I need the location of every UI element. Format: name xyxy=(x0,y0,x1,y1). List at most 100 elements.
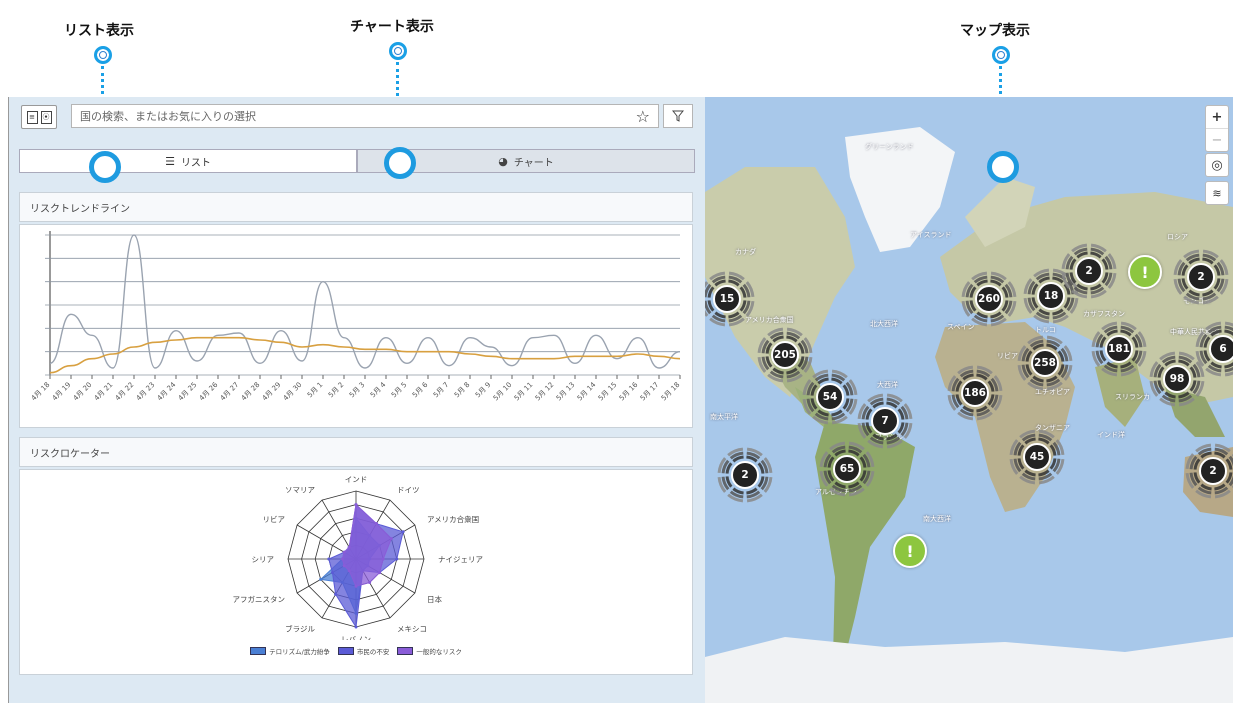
radar-point xyxy=(374,522,378,526)
legend-swatch xyxy=(250,647,267,655)
cluster-ring-segment xyxy=(990,311,1002,319)
map-cluster-marker[interactable]: 2 xyxy=(1171,247,1231,307)
layers-icon[interactable]: ≋ xyxy=(1206,182,1228,204)
x-tick-label: 4月 18 xyxy=(30,381,52,403)
cluster-ring-segment xyxy=(817,409,829,417)
x-tick-label: 5月 18 xyxy=(660,381,682,403)
radar-point xyxy=(354,584,358,588)
x-tick-label: 5月 4 xyxy=(369,380,388,399)
cluster-ring-segment xyxy=(842,384,850,396)
cluster-count: 2 xyxy=(1187,263,1215,291)
map-cluster-marker[interactable]: 2 xyxy=(1059,241,1119,301)
map-cluster-marker[interactable]: 258 xyxy=(1015,333,1075,393)
cluster-ring-segment xyxy=(897,408,905,420)
map-cluster-marker[interactable]: 186 xyxy=(945,363,1005,423)
cluster-ring-segment xyxy=(834,481,846,489)
map-cluster-marker[interactable]: 6 xyxy=(1193,319,1233,379)
radar-point xyxy=(381,557,385,561)
radar-point xyxy=(340,557,344,561)
list-map-toggle-button[interactable]: ≡ ⦿ xyxy=(21,105,57,129)
cluster-ring-segment xyxy=(757,462,765,474)
trend-panel-title: リスクトレンドライン xyxy=(30,203,130,215)
map-cluster-marker[interactable]: 2 xyxy=(715,445,775,505)
cluster-ring-segment xyxy=(1057,364,1065,376)
cluster-ring-segment xyxy=(987,394,995,406)
legend-item[interactable]: テロリズム/武力紛争 xyxy=(250,646,330,656)
callout-list-target xyxy=(89,151,121,183)
tab-list[interactable]: ☰ リスト xyxy=(19,149,357,173)
cluster-ring-segment xyxy=(1032,375,1044,383)
alert-marker[interactable]: ! xyxy=(893,534,927,568)
trend-chart-panel: 4月 18 4月 19 4月 20 4月 21 4月 22 4月 23 4月 24 4月 25… xyxy=(19,224,693,428)
legend-swatch xyxy=(337,647,354,655)
radar-legend: テロリズム/武力紛争 市民の不安 一般的なリスク xyxy=(20,646,692,656)
cluster-ring-segment xyxy=(1214,483,1226,491)
x-tick-label: 4月 27 xyxy=(219,381,241,403)
map-label-srilanka: スリランカ xyxy=(1115,393,1150,401)
radar-category-label: ブラジル xyxy=(285,623,315,633)
legend-item[interactable]: 一般的なリスク xyxy=(397,646,462,656)
country-search-input[interactable]: 国の検索、またはお気に入りの選択 ☆ xyxy=(71,104,659,128)
trend-panel-header: リスクトレンドライン xyxy=(19,192,693,222)
legend-item[interactable]: 市民の不安 xyxy=(337,646,389,656)
cluster-ring-segment xyxy=(739,286,747,298)
radar-point xyxy=(401,530,405,534)
map-label-atlantic-s: 南大西洋 xyxy=(923,515,951,523)
map-label-indian-ocean: インド洋 xyxy=(1097,431,1125,439)
radar-point xyxy=(330,571,334,575)
x-tick-label: 4月 30 xyxy=(282,381,304,403)
radar-category-label: アメリカ合衆国 xyxy=(427,514,479,524)
radar-category-label: アフガニスタン xyxy=(232,594,285,604)
map-cluster-marker[interactable]: 45 xyxy=(1007,427,1067,487)
cluster-ring-segment xyxy=(1225,458,1233,470)
x-tick-label: 5月 2 xyxy=(327,381,345,399)
callout-map-dot xyxy=(992,46,1010,64)
locator-panel-header: リスクロケーター xyxy=(19,437,693,467)
map-cluster-marker[interactable]: 15 xyxy=(705,269,757,329)
cluster-ring-segment xyxy=(1188,289,1200,297)
map-cluster-marker[interactable]: 260 xyxy=(959,269,1019,329)
x-tick-label: 5月 5 xyxy=(390,381,408,399)
cluster-ring-segment xyxy=(1131,350,1139,362)
map-cluster-marker[interactable]: 2 xyxy=(1183,441,1233,501)
cluster-ring-segment xyxy=(1076,283,1088,291)
x-tick-label: 4月 25 xyxy=(177,381,199,403)
cluster-ring-segment xyxy=(1024,469,1036,477)
cluster-ring-segment xyxy=(1052,308,1064,316)
legend-label: 一般的なリスク xyxy=(416,648,462,656)
radar-point xyxy=(342,550,346,554)
star-icon[interactable]: ☆ xyxy=(636,107,650,126)
cluster-ring-segment xyxy=(848,481,860,489)
cluster-count: 2 xyxy=(731,461,759,489)
cluster-ring-segment xyxy=(1038,469,1050,477)
legend-swatch xyxy=(397,647,414,655)
map-cluster-marker[interactable]: 54 xyxy=(800,367,860,427)
x-tick-label: 4月 24 xyxy=(156,380,178,402)
cluster-ring-segment xyxy=(1178,391,1190,399)
radar-point xyxy=(347,569,351,573)
cluster-count: 15 xyxy=(713,285,741,313)
map-label-kazakh: カザフスタン xyxy=(1083,310,1125,318)
locate-icon[interactable]: ◎ xyxy=(1206,154,1228,176)
cluster-count: 65 xyxy=(833,455,861,483)
x-tick-label: 5月 9 xyxy=(474,381,492,399)
tab-list-label: リスト xyxy=(180,157,211,169)
list-icon: ☰ xyxy=(165,154,175,168)
x-tick-label: 5月 10 xyxy=(492,381,514,403)
cluster-count: 54 xyxy=(816,383,844,411)
map-cluster-marker[interactable]: 181 xyxy=(1089,319,1149,379)
list-icon: ≡ xyxy=(26,110,38,124)
alert-marker[interactable]: ! xyxy=(1128,255,1162,289)
world-map[interactable]: グリーンランド カナダ アメリカ合衆国 アイスランド ロシア モンゴル 中華人民… xyxy=(705,97,1233,703)
map-label-russia: ロシア xyxy=(1167,233,1188,241)
map-label-iceland: アイスランド xyxy=(910,231,952,239)
cluster-ring-segment xyxy=(797,342,805,354)
zoom-in-button[interactable]: + xyxy=(1206,106,1228,128)
pie-chart-icon: ◕ xyxy=(498,154,508,168)
cluster-ring-segment xyxy=(1001,286,1009,298)
x-tick-label: 4月 22 xyxy=(114,381,136,403)
zoom-out-button[interactable]: − xyxy=(1206,128,1228,151)
x-tick-label: 5月 14 xyxy=(576,380,598,402)
filter-button[interactable] xyxy=(663,104,693,128)
map-cluster-marker[interactable]: 65 xyxy=(817,439,877,499)
